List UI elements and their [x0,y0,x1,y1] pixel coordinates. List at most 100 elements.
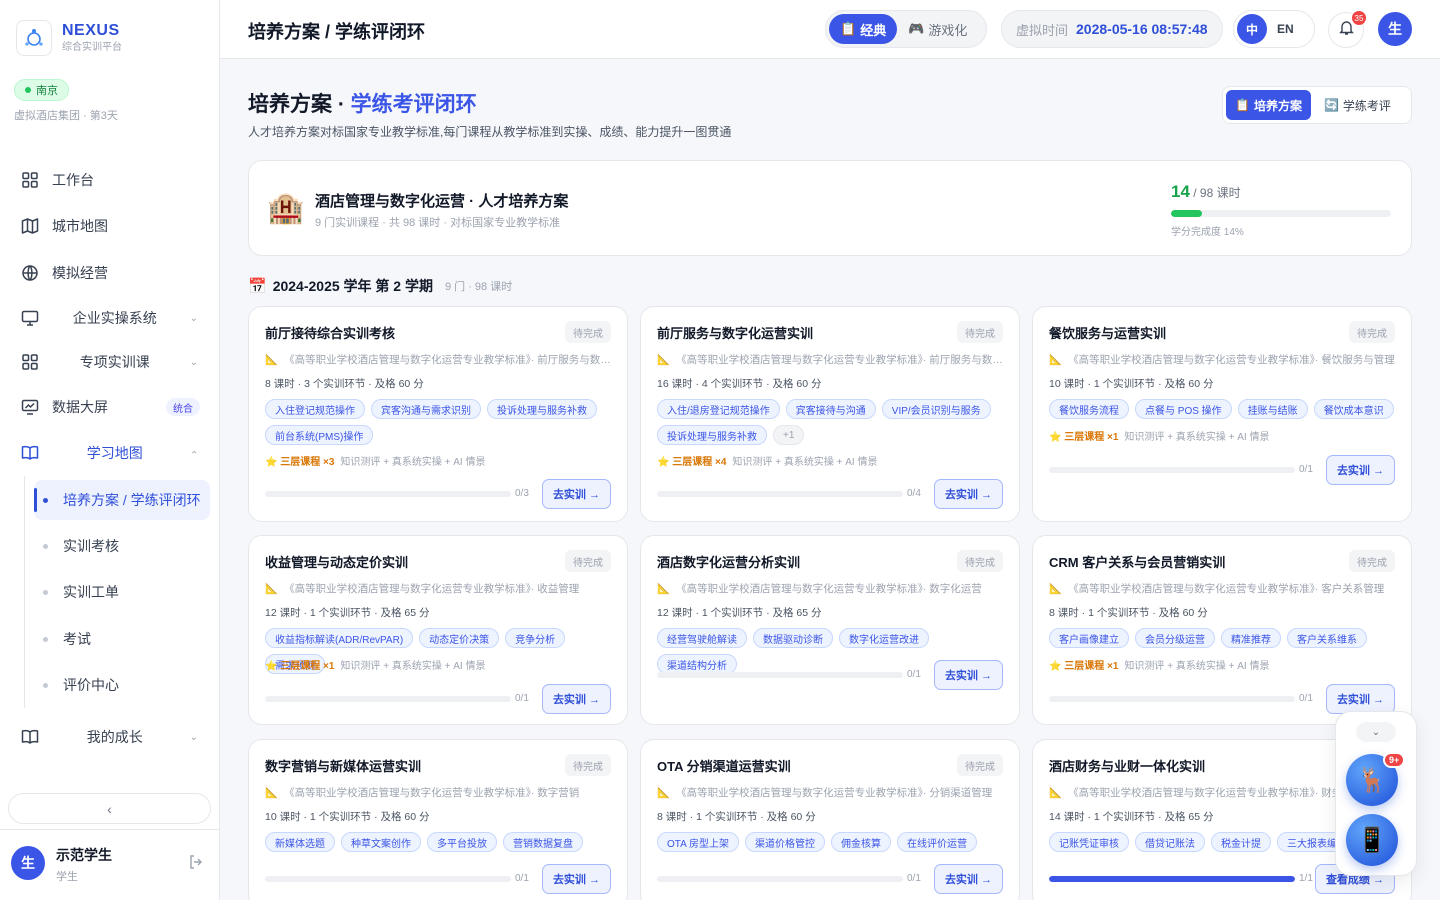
skill-tag[interactable]: 宾客接待与沟通 [785,399,876,419]
header-avatar[interactable]: 生 [1378,12,1412,46]
skill-tag[interactable]: 营销数据复盘 [503,832,583,852]
go-training-button[interactable]: 去实训 → [541,479,611,509]
skill-tag[interactable]: 餐饮服务流程 [1049,399,1129,419]
skill-tag[interactable]: 客户关系维系 [1287,628,1367,648]
nav-item-learning-map[interactable]: 学习地图 ⌄ [8,433,212,473]
skill-tag[interactable]: 入住/退房登记规范操作 [657,399,780,419]
mode-game-button[interactable]: 🎮 游戏化 [897,14,978,44]
skill-tag[interactable]: 多平台投放 [427,832,497,852]
avatar: 生 [11,846,45,880]
mode-classic-button[interactable]: 📋 经典 [829,14,898,44]
course-card[interactable]: 餐饮服务与运营实训 待完成 📐 《高等职业学校酒店管理与数字化运营专业教学标准》· 餐… [1032,306,1412,522]
monitor-icon [20,308,40,328]
go-training-button[interactable]: 去实训 → [933,864,1003,894]
plan-progress-fill [1171,210,1202,217]
nav-item-city-map[interactable]: 城市地图 [8,206,212,246]
course-meta: 8 课时 · 1 个实训环节 · 及格 60 分 [1049,607,1208,619]
course-card[interactable]: 前厅接待综合实训考核 待完成 📐 《高等职业学校酒店管理与数字化运营专业教学标准》· … [248,306,628,522]
go-training-button[interactable]: 去实训 → [1325,684,1395,714]
sidebar-collapse-button[interactable]: ‹ [8,793,211,824]
status-badge: 待完成 [957,321,1003,343]
skill-tag[interactable]: 种草文案创作 [341,832,421,852]
subnav-item-work-orders[interactable]: 实训工单 [34,572,210,612]
course-progress-bar [657,491,903,497]
skill-tag[interactable]: 渠道结构分析 [657,654,737,674]
view-plan-button[interactable]: 📋 培养方案 [1226,90,1311,120]
status-badge: 待完成 [1349,550,1395,572]
skill-tag[interactable]: 新媒体选题 [265,832,335,852]
more-tags-chip[interactable]: +1 [773,425,805,445]
skill-tag[interactable]: 经营驾驶舱解读 [657,628,747,648]
brand[interactable]: NEXUS 综合实训平台 [16,20,122,56]
subnav-item-training-plan[interactable]: 培养方案 / 学练评闭环 [34,480,210,520]
subnav-item-exam[interactable]: 考试 [34,619,210,659]
subnav-label: 培养方案 / 学练评闭环 [63,492,201,508]
skill-tag[interactable]: 动态定价决策 [419,628,500,648]
collapse-float-button[interactable]: ⌄ [1356,722,1396,742]
skill-tag[interactable]: 会员分级运营 [1135,628,1215,648]
go-training-button[interactable]: 去实训 → [541,684,611,714]
lang-en-button[interactable]: EN [1277,22,1294,36]
skill-tag[interactable]: 数字化运营改进 [839,628,929,648]
skill-tag[interactable]: OTA 房型上架 [657,832,740,852]
course-card[interactable]: 前厅服务与数字化运营实训 待完成 📐 《高等职业学校酒店管理与数字化运营专业教学标准》… [640,306,1020,522]
lang-zh-button[interactable]: 中 [1237,14,1267,44]
skill-tag[interactable]: 在线评价运营 [897,832,978,852]
nav-item-workbench[interactable]: 工作台 [8,160,212,200]
course-progress-count: 0/4 [907,488,921,499]
skill-tag[interactable]: VIP/会员识别与服务 [881,399,991,419]
skill-tag[interactable]: 竞争分析 [505,628,566,648]
city-subtitle: 虚拟酒店集团 · 第3天 [14,110,118,122]
nav-item-data-screen[interactable]: 数据大屏 统合 [8,387,212,427]
nav-item-simulation[interactable]: 模拟经营 [8,253,212,293]
page-title-highlight: 学练考评闭环 [350,93,477,116]
course-title: OTA 分销渠道运营实训 [657,759,791,774]
go-training-button[interactable]: 去实训 → [1325,455,1395,485]
skill-tag[interactable]: 佣金核算 [831,832,892,852]
mobile-app-button[interactable]: 📱 [1346,814,1398,866]
skill-tag[interactable]: 借贷记账法 [1135,832,1205,852]
skill-tag[interactable]: 投诉处理与服务补救 [657,425,767,445]
skill-tag[interactable]: 精准推荐 [1221,628,1281,648]
user-box[interactable]: 生 示范学生 学生 [0,829,219,900]
book-icon [20,727,40,747]
go-training-button[interactable]: 去实训 → [541,864,611,894]
skill-tag[interactable]: 收益指标解读(ADR/RevPAR) [265,628,414,648]
bullet-icon [43,497,48,503]
skill-tag[interactable]: 投诉处理与服务补救 [487,399,597,419]
nav-item-enterprise-systems[interactable]: 企业实操系统 ⌄ [8,298,212,338]
nav-item-special-courses[interactable]: 专项实训课 ⌄ [8,342,212,382]
logout-icon[interactable] [188,854,204,875]
skill-tags: 餐饮服务流程 点餐与 POS 操作 挂账与结账 餐饮成本意识 [1049,399,1401,419]
brand-name: NEXUS [62,22,120,39]
skill-tag[interactable]: 渠道价格管控 [745,832,826,852]
subnav-item-evaluation[interactable]: 评价中心 [34,665,210,705]
course-card[interactable]: 数字营销与新媒体运营实训 待完成 📐 《高等职业学校酒店管理与数字化运营专业教学标准》… [248,739,628,900]
skill-tag[interactable]: 点餐与 POS 操作 [1135,399,1232,419]
plan-title: 酒店管理与数字化运营 · 人才培养方案 [315,193,569,210]
skill-tags: 入住/退房登记规范操作 宾客接待与沟通 VIP/会员识别与服务投诉处理与服务补救 +1 [657,399,1009,445]
skill-tag[interactable]: 前台系统(PMS)操作 [265,425,374,445]
skill-tag[interactable]: 数据驱动诊断 [753,628,833,648]
skill-tag[interactable]: 客户画像建立 [1049,628,1129,648]
go-training-button[interactable]: 去实训 → [933,660,1003,690]
skill-tag[interactable]: 入住登记规范操作 [265,399,365,419]
skill-tags: OTA 房型上架 渠道价格管控 佣金核算 在线评价运营 [657,832,1009,852]
subnav-item-assessment[interactable]: 实训考核 [34,526,210,566]
view-eval-button[interactable]: 🔄 学练考评 [1315,90,1400,120]
course-card[interactable]: 酒店数字化运营分析实训 待完成 📐 《高等职业学校酒店管理与数字化运营专业教学标准》·… [640,535,1020,725]
course-standard: 📐 《高等职业学校酒店管理与数字化运营专业教学标准》· 分销渠道管理 [657,785,1005,800]
skill-tag[interactable]: 挂账与结账 [1237,399,1308,419]
city-badge[interactable]: 南京 [14,79,69,101]
skill-tag[interactable]: 记账凭证审核 [1049,832,1129,852]
term-header: 📅 2024-2025 学年 第 2 学期 9 门 · 98 课时 [248,276,512,296]
course-card[interactable]: CRM 客户关系与会员营销实训 待完成 📐 《高等职业学校酒店管理与数字化运营专业教学… [1032,535,1412,725]
course-card[interactable]: OTA 分销渠道运营实训 待完成 📐 《高等职业学校酒店管理与数字化运营专业教学标准》… [640,739,1020,900]
go-training-button[interactable]: 去实训 → [933,479,1003,509]
skill-tag[interactable]: 宾客沟通与需求识别 [371,399,481,419]
skill-tag[interactable]: 税金计提 [1211,832,1271,852]
notification-button[interactable]: 35 [1328,11,1366,48]
course-card[interactable]: 收益管理与动态定价实训 待完成 📐 《高等职业学校酒店管理与数字化运营专业教学标准》·… [248,535,628,725]
nav-item-my-growth[interactable]: 我的成长 ⌄ [8,717,212,757]
skill-tag[interactable]: 餐饮成本意识 [1313,399,1394,419]
